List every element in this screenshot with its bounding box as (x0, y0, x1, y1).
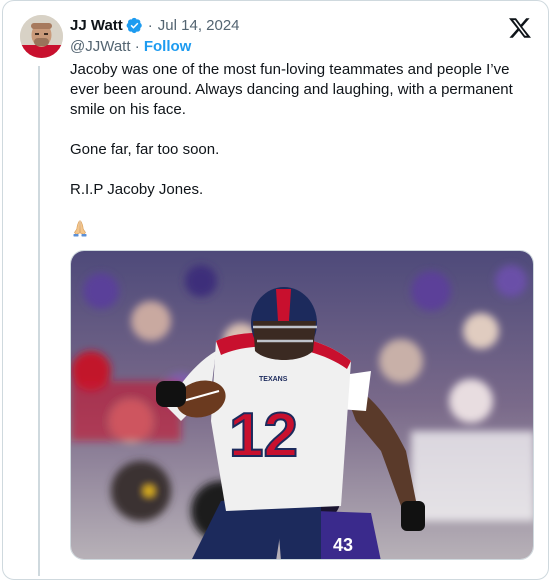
tweet-paragraph: Gone far, far too soon. (70, 141, 220, 158)
author-handle[interactable]: @JJWatt (70, 38, 131, 55)
tweet-paragraph: Jacoby was one of the most fun-loving te… (70, 61, 513, 118)
verified-badge-icon (126, 17, 142, 33)
tweet-date[interactable]: Jul 14, 2024 (158, 17, 240, 34)
avatar[interactable] (20, 15, 63, 58)
tweet-text: Jacoby was one of the most fun-loving te… (70, 60, 525, 200)
handle-row: @JJWatt · Follow (70, 38, 191, 55)
follow-button[interactable]: Follow (144, 38, 192, 55)
tweet-header: JJ Watt · Jul 14, 2024 (70, 14, 240, 36)
jersey-number: 12 (229, 401, 298, 470)
separator-dot: · (134, 38, 140, 55)
x-logo-icon[interactable] (508, 16, 532, 40)
tweet-photo[interactable]: 43 12 TEXANS (70, 250, 534, 560)
praying-hands-emoji (73, 220, 87, 237)
thread-line (38, 66, 40, 576)
tweet-paragraph: R.I.P Jacoby Jones. (70, 181, 204, 198)
author-name[interactable]: JJ Watt (70, 17, 123, 34)
separator-dot: · (147, 16, 153, 34)
opponent-number: 43 (333, 535, 353, 555)
helmet-text: TEXANS (259, 376, 288, 383)
